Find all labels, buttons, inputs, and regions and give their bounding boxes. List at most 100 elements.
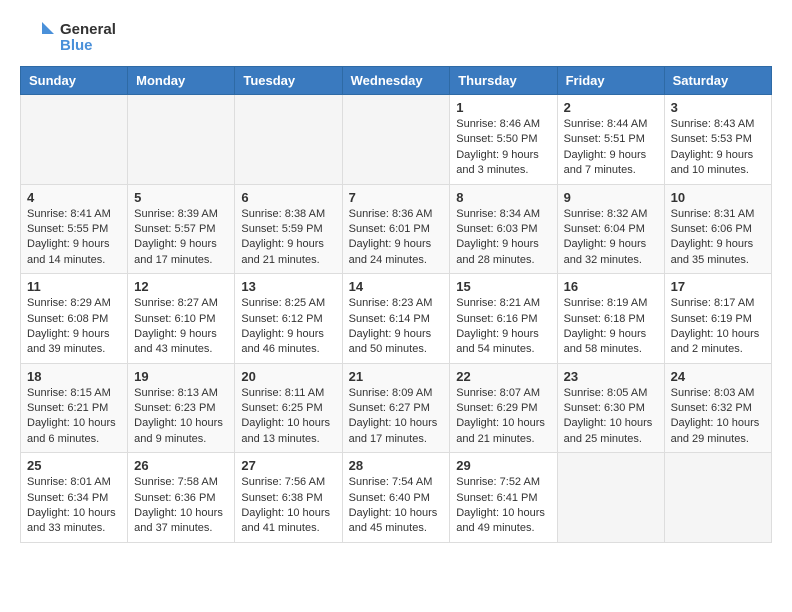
calendar-cell: 20 Sunrise: 8:11 AM Sunset: 6:25 PM Dayli…: [235, 363, 342, 453]
day-number: 14: [349, 279, 444, 294]
day-number: 12: [134, 279, 228, 294]
logo-general: General: [60, 22, 116, 39]
day-info: Sunrise: 8:32 AM Sunset: 6:04 PM Dayligh…: [564, 207, 658, 269]
calendar-cell: 19 Sunrise: 8:13 AM Sunset: 6:23 PM Dayli…: [128, 363, 235, 453]
calendar-cell: 4 Sunrise: 8:41 AM Sunset: 5:55 PM Daylig…: [21, 184, 128, 274]
calendar-cell: 3Sunrise: 8:43 AM Sunset: 5:53 PM Daylig…: [664, 95, 771, 185]
day-info: Sunrise: 8:07 AM Sunset: 6:29 PM Dayligh…: [456, 386, 550, 448]
calendar-week-row: 11 Sunrise: 8:29 AM Sunset: 6:08 PM Dayli…: [21, 274, 772, 364]
calendar-cell: 23 Sunrise: 8:05 AM Sunset: 6:30 PM Dayli…: [557, 363, 664, 453]
calendar-cell: 14 Sunrise: 8:23 AM Sunset: 6:14 PM Dayli…: [342, 274, 450, 364]
calendar-week-row: 1 Sunrise: 8:46 AM Sunset: 5:50 PM Daylig…: [21, 95, 772, 185]
day-info: Sunrise: 8:31 AM Sunset: 6:06 PM Dayligh…: [671, 207, 765, 269]
day-number: 15: [456, 279, 550, 294]
calendar-week-row: 18 Sunrise: 8:15 AM Sunset: 6:21 PM Dayli…: [21, 363, 772, 453]
calendar-cell: [557, 453, 664, 543]
day-number: 9: [564, 190, 658, 205]
day-number: 18: [27, 369, 121, 384]
day-info: Sunrise: 8:13 AM Sunset: 6:23 PM Dayligh…: [134, 386, 228, 448]
weekday-header-saturday: Saturday: [664, 67, 771, 95]
day-number: 24: [671, 369, 765, 384]
day-number: 29: [456, 458, 550, 473]
calendar-cell: 21Sunrise: 8:09 AM Sunset: 6:27 PM Dayli…: [342, 363, 450, 453]
logo-blue: Blue: [60, 38, 116, 55]
calendar-cell: [342, 95, 450, 185]
day-number: 27: [241, 458, 335, 473]
day-info: Sunrise: 8:11 AM Sunset: 6:25 PM Dayligh…: [241, 386, 335, 448]
day-number: 21: [349, 369, 444, 384]
day-number: 10: [671, 190, 765, 205]
day-number: 16: [564, 279, 658, 294]
day-info: Sunrise: 8:46 AM Sunset: 5:50 PM Dayligh…: [456, 117, 550, 179]
calendar-table: SundayMondayTuesdayWednesdayThursdayFrid…: [20, 66, 772, 543]
day-number: 2: [564, 100, 658, 115]
day-info: Sunrise: 8:17 AM Sunset: 6:19 PM Dayligh…: [671, 296, 765, 358]
day-number: 23: [564, 369, 658, 384]
day-number: 17: [671, 279, 765, 294]
day-info: Sunrise: 8:34 AM Sunset: 6:03 PM Dayligh…: [456, 207, 550, 269]
day-number: 28: [349, 458, 444, 473]
calendar-cell: 22 Sunrise: 8:07 AM Sunset: 6:29 PM Dayli…: [450, 363, 557, 453]
day-info: Sunrise: 8:44 AM Sunset: 5:51 PM Dayligh…: [564, 117, 658, 179]
calendar-cell: 18 Sunrise: 8:15 AM Sunset: 6:21 PM Dayli…: [21, 363, 128, 453]
day-number: 7: [349, 190, 444, 205]
day-info: Sunrise: 8:39 AM Sunset: 5:57 PM Dayligh…: [134, 207, 228, 269]
weekday-header-monday: Monday: [128, 67, 235, 95]
calendar-cell: 26Sunrise: 7:58 AM Sunset: 6:36 PM Dayli…: [128, 453, 235, 543]
day-number: 19: [134, 369, 228, 384]
day-info: Sunrise: 8:41 AM Sunset: 5:55 PM Dayligh…: [27, 207, 121, 269]
calendar-cell: 27 Sunrise: 7:56 AM Sunset: 6:38 PM Dayli…: [235, 453, 342, 543]
page-header: General Blue: [20, 20, 772, 56]
calendar-cell: 16Sunrise: 8:19 AM Sunset: 6:18 PM Dayli…: [557, 274, 664, 364]
day-number: 25: [27, 458, 121, 473]
day-number: 1: [456, 100, 550, 115]
day-info: Sunrise: 8:01 AM Sunset: 6:34 PM Dayligh…: [27, 475, 121, 537]
day-number: 13: [241, 279, 335, 294]
calendar-cell: [128, 95, 235, 185]
calendar-cell: 12Sunrise: 8:27 AM Sunset: 6:10 PM Dayli…: [128, 274, 235, 364]
day-number: 20: [241, 369, 335, 384]
day-info: Sunrise: 8:23 AM Sunset: 6:14 PM Dayligh…: [349, 296, 444, 358]
calendar-cell: 2 Sunrise: 8:44 AM Sunset: 5:51 PM Daylig…: [557, 95, 664, 185]
calendar-cell: 6 Sunrise: 8:38 AM Sunset: 5:59 PM Daylig…: [235, 184, 342, 274]
calendar-cell: 13Sunrise: 8:25 AM Sunset: 6:12 PM Dayli…: [235, 274, 342, 364]
calendar-cell: 5 Sunrise: 8:39 AM Sunset: 5:57 PM Daylig…: [128, 184, 235, 274]
day-info: Sunrise: 8:38 AM Sunset: 5:59 PM Dayligh…: [241, 207, 335, 269]
day-info: Sunrise: 8:21 AM Sunset: 6:16 PM Dayligh…: [456, 296, 550, 358]
day-number: 5: [134, 190, 228, 205]
day-info: Sunrise: 7:52 AM Sunset: 6:41 PM Dayligh…: [456, 475, 550, 537]
calendar-cell: 25 Sunrise: 8:01 AM Sunset: 6:34 PM Dayli…: [21, 453, 128, 543]
day-info: Sunrise: 8:36 AM Sunset: 6:01 PM Dayligh…: [349, 207, 444, 269]
calendar-cell: 1 Sunrise: 8:46 AM Sunset: 5:50 PM Daylig…: [450, 95, 557, 185]
calendar-cell: 10 Sunrise: 8:31 AM Sunset: 6:06 PM Dayli…: [664, 184, 771, 274]
day-number: 8: [456, 190, 550, 205]
day-info: Sunrise: 7:56 AM Sunset: 6:38 PM Dayligh…: [241, 475, 335, 537]
calendar-cell: 8 Sunrise: 8:34 AM Sunset: 6:03 PM Daylig…: [450, 184, 557, 274]
calendar-cell: 29 Sunrise: 7:52 AM Sunset: 6:41 PM Dayli…: [450, 453, 557, 543]
day-info: Sunrise: 7:54 AM Sunset: 6:40 PM Dayligh…: [349, 475, 444, 537]
day-info: Sunrise: 8:29 AM Sunset: 6:08 PM Dayligh…: [27, 296, 121, 358]
weekday-header-wednesday: Wednesday: [342, 67, 450, 95]
weekday-header-friday: Friday: [557, 67, 664, 95]
day-info: Sunrise: 8:05 AM Sunset: 6:30 PM Dayligh…: [564, 386, 658, 448]
day-number: 26: [134, 458, 228, 473]
weekday-header-row: SundayMondayTuesdayWednesdayThursdayFrid…: [21, 67, 772, 95]
weekday-header-sunday: Sunday: [21, 67, 128, 95]
calendar-cell: [21, 95, 128, 185]
calendar-cell: [235, 95, 342, 185]
weekday-header-tuesday: Tuesday: [235, 67, 342, 95]
day-info: Sunrise: 8:15 AM Sunset: 6:21 PM Dayligh…: [27, 386, 121, 448]
day-number: 4: [27, 190, 121, 205]
calendar-cell: 28 Sunrise: 7:54 AM Sunset: 6:40 PM Dayli…: [342, 453, 450, 543]
calendar-cell: 9 Sunrise: 8:32 AM Sunset: 6:04 PM Daylig…: [557, 184, 664, 274]
day-number: 22: [456, 369, 550, 384]
weekday-header-thursday: Thursday: [450, 67, 557, 95]
day-number: 11: [27, 279, 121, 294]
calendar-cell: 11 Sunrise: 8:29 AM Sunset: 6:08 PM Dayli…: [21, 274, 128, 364]
calendar-cell: [664, 453, 771, 543]
calendar-week-row: 25 Sunrise: 8:01 AM Sunset: 6:34 PM Dayli…: [21, 453, 772, 543]
day-number: 6: [241, 190, 335, 205]
logo: General Blue: [20, 20, 116, 56]
day-info: Sunrise: 8:43 AM Sunset: 5:53 PM Dayligh…: [671, 117, 765, 179]
logo-icon: [20, 20, 56, 56]
